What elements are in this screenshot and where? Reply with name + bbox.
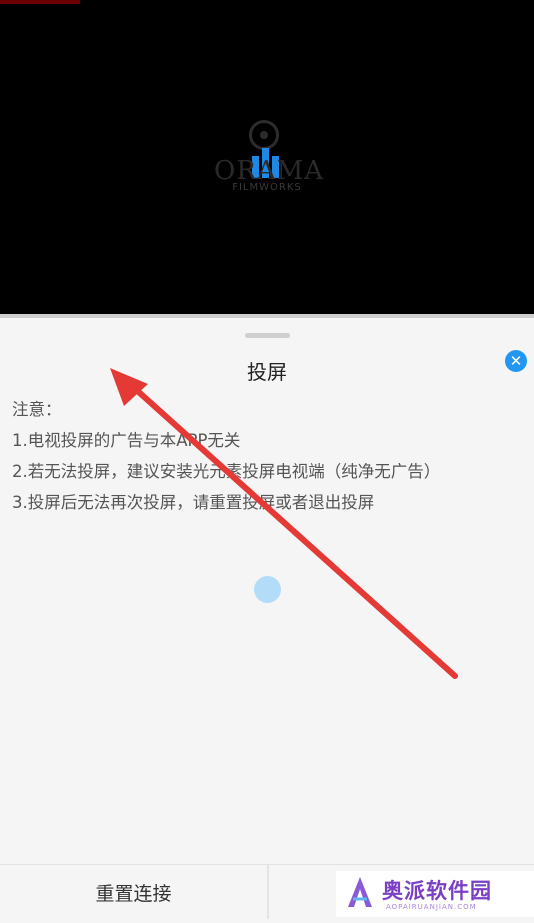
note-item: 1.电视投屏的广告与本APP无关 bbox=[12, 431, 241, 450]
orama-filmworks-logo: ORAMA FILMWORKS bbox=[214, 120, 324, 200]
sheet-title: 投屏 bbox=[247, 360, 287, 384]
top-left-mark bbox=[0, 0, 80, 4]
watermark-subtext: AOPAIRUANJIAN.COM bbox=[386, 903, 477, 911]
bottom-bar: 重置连接 奥派软件园 AOPAIRUANJIAN.COM bbox=[0, 864, 534, 919]
cast-bottom-sheet: 投屏 ✕ 注意： 1.电视投屏的广告与本APP无关 2.若无法投屏，建议安装光元… bbox=[0, 318, 534, 864]
watermark-text: 奥派软件园 bbox=[382, 879, 492, 903]
reset-connection-button[interactable]: 重置连接 bbox=[0, 865, 267, 919]
drag-handle[interactable] bbox=[245, 333, 290, 338]
note-item: 2.若无法投屏，建议安装光元素投屏电视端（纯净无广告） bbox=[12, 462, 441, 481]
loading-spinner-icon bbox=[254, 576, 281, 603]
bottom-separator bbox=[267, 865, 269, 919]
film-reel-icon bbox=[249, 120, 279, 150]
close-icon[interactable]: ✕ bbox=[505, 350, 527, 372]
note-item: 3.投屏后无法再次投屏，请重置投屏或者退出投屏 bbox=[12, 493, 375, 512]
watermark: 奥派软件园 AOPAIRUANJIAN.COM bbox=[336, 871, 534, 917]
notes-heading: 注意： bbox=[12, 400, 62, 419]
notes-block: 注意： 1.电视投屏的广告与本APP无关 2.若无法投屏，建议安装光元素投屏电视… bbox=[12, 398, 440, 522]
watermark-logo-icon bbox=[348, 877, 372, 907]
logo-subtitle: FILMWORKS bbox=[232, 182, 302, 193]
video-player[interactable]: ORAMA FILMWORKS bbox=[0, 0, 534, 316]
